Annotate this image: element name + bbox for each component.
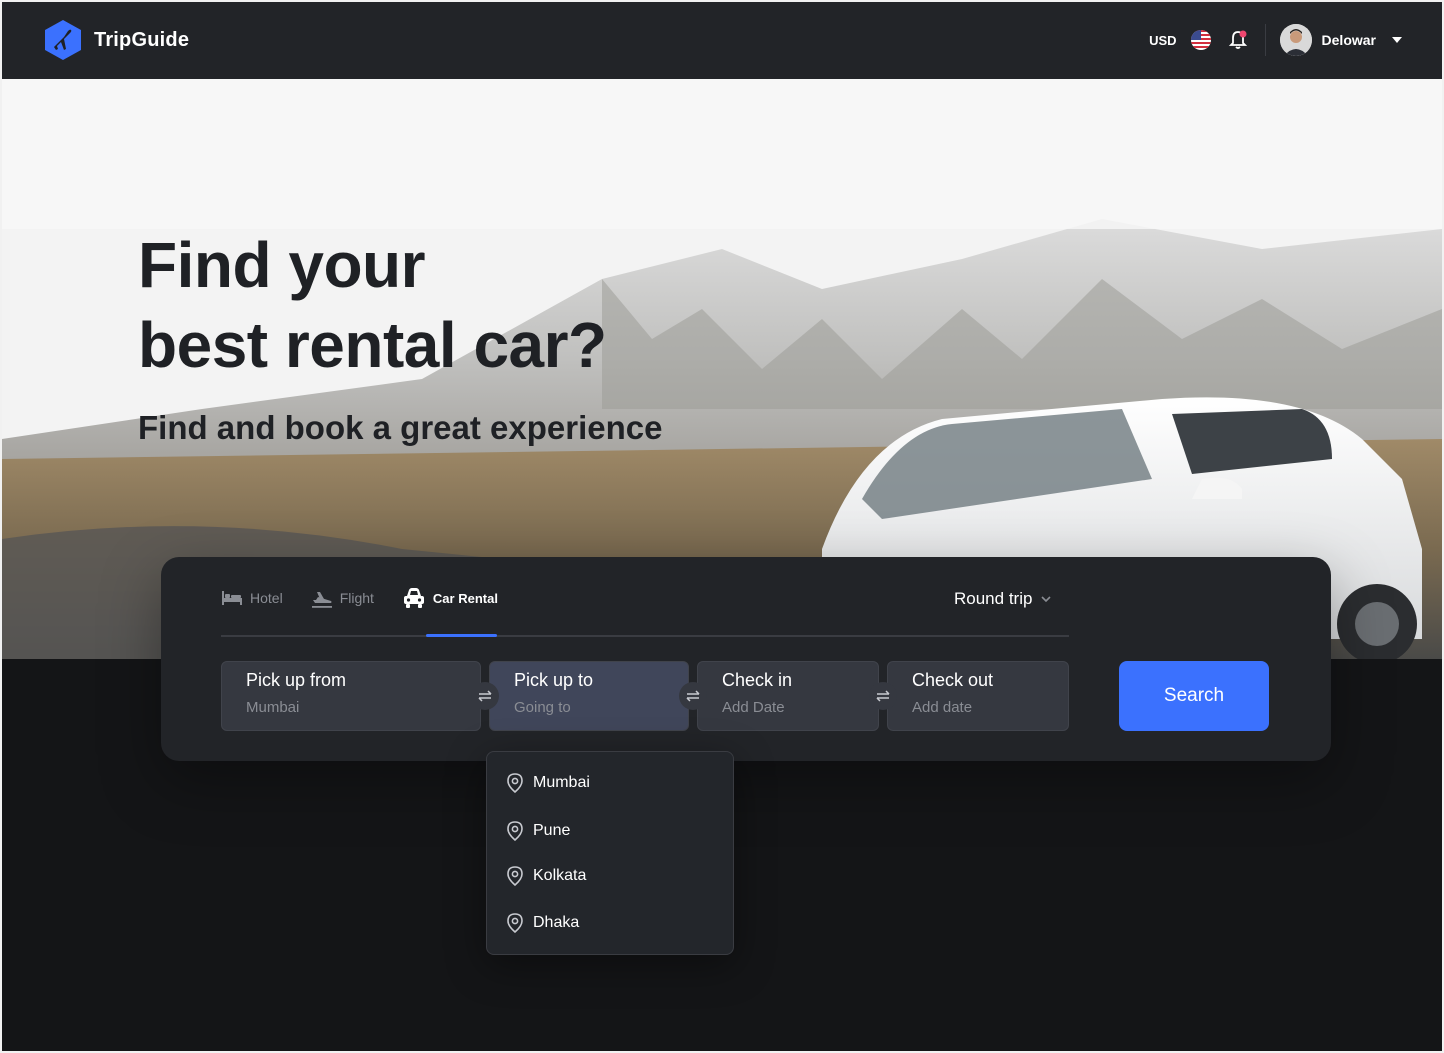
hero-title: Find your best rental car? bbox=[138, 225, 607, 385]
search-tabs: Hotel Flight Car Rental bbox=[221, 587, 526, 609]
hero-subtitle: Find and book a great experience bbox=[138, 409, 663, 446]
swap-icon[interactable] bbox=[679, 682, 707, 710]
car-icon bbox=[403, 588, 424, 608]
brand[interactable]: TripGuide bbox=[42, 19, 189, 61]
location-pin-icon bbox=[507, 773, 523, 794]
dropdown-item-mumbai[interactable]: Mumbai bbox=[505, 772, 590, 794]
tab-hotel-label: Hotel bbox=[250, 590, 283, 606]
pickup-to-value: Going to bbox=[514, 699, 571, 716]
trip-type-value: Round trip bbox=[954, 589, 1033, 608]
tab-car-rental-label: Car Rental bbox=[432, 590, 498, 606]
chevron-down-icon bbox=[1041, 596, 1052, 603]
tab-hotel[interactable]: Hotel bbox=[221, 589, 283, 607]
logo-icon bbox=[42, 19, 84, 61]
tabs-divider bbox=[221, 635, 1069, 637]
tab-flight[interactable]: Flight bbox=[311, 588, 374, 608]
location-pin-icon bbox=[507, 913, 523, 934]
tab-car-rental[interactable]: Car Rental bbox=[402, 587, 498, 609]
hero-title-line-1: Find your bbox=[138, 229, 426, 301]
dropdown-item-label: Dhaka bbox=[533, 914, 580, 931]
dropdown-item-dhaka[interactable]: Dhaka bbox=[505, 912, 579, 934]
dropdown-item-label: Kolkata bbox=[533, 867, 587, 884]
location-dropdown: Mumbai Pune Kolkata Dhaka bbox=[486, 751, 734, 955]
user-avatar[interactable] bbox=[1279, 24, 1312, 56]
active-tab-indicator bbox=[426, 634, 497, 637]
check-out-field[interactable]: Check out Add date bbox=[887, 661, 1069, 731]
check-in-field[interactable]: Check in Add Date bbox=[697, 661, 879, 731]
swap-icon[interactable] bbox=[869, 682, 897, 710]
pickup-from-field[interactable]: Pick up from Mumbai bbox=[221, 661, 481, 731]
hero-title-line-2: best rental car? bbox=[138, 309, 607, 381]
check-in-value: Add Date bbox=[722, 699, 785, 716]
brand-name: TripGuide bbox=[94, 28, 190, 51]
dropdown-item-kolkata[interactable]: Kolkata bbox=[505, 865, 586, 887]
check-out-label: Check out bbox=[912, 670, 994, 690]
bed-icon bbox=[222, 591, 242, 605]
pickup-to-label: Pick up to bbox=[514, 670, 594, 690]
search-button[interactable]: Search bbox=[1119, 661, 1269, 731]
pickup-from-value: Mumbai bbox=[246, 699, 300, 716]
pickup-to-field[interactable]: Pick up to Going to bbox=[489, 661, 689, 731]
search-card: Hotel Flight Car Rental Round trip Pick … bbox=[161, 557, 1331, 761]
trip-type-select[interactable]: Round trip bbox=[954, 589, 1052, 609]
us-flag-icon[interactable] bbox=[1190, 30, 1211, 50]
dropdown-item-label: Mumbai bbox=[533, 774, 590, 791]
notification-bell-icon[interactable] bbox=[1227, 29, 1249, 51]
dropdown-item-pune[interactable]: Pune bbox=[505, 820, 570, 842]
currency-selector[interactable]: USD bbox=[1149, 33, 1176, 48]
chevron-down-icon[interactable] bbox=[1392, 37, 1402, 43]
user-name[interactable]: Delowar bbox=[1322, 32, 1376, 48]
pickup-from-label: Pick up from bbox=[246, 670, 347, 690]
swap-icon[interactable] bbox=[471, 682, 499, 710]
dropdown-item-label: Pune bbox=[533, 822, 571, 839]
check-out-value: Add date bbox=[912, 699, 973, 716]
check-in-label: Check in bbox=[722, 670, 793, 690]
location-pin-icon bbox=[507, 821, 523, 842]
location-pin-icon bbox=[507, 866, 523, 887]
tab-flight-label: Flight bbox=[339, 590, 374, 606]
top-navbar: TripGuide USD Delowar bbox=[2, 1, 1442, 79]
plane-icon bbox=[311, 592, 332, 608]
nav-actions: USD Delowar bbox=[1149, 24, 1402, 56]
nav-divider bbox=[1264, 24, 1266, 56]
